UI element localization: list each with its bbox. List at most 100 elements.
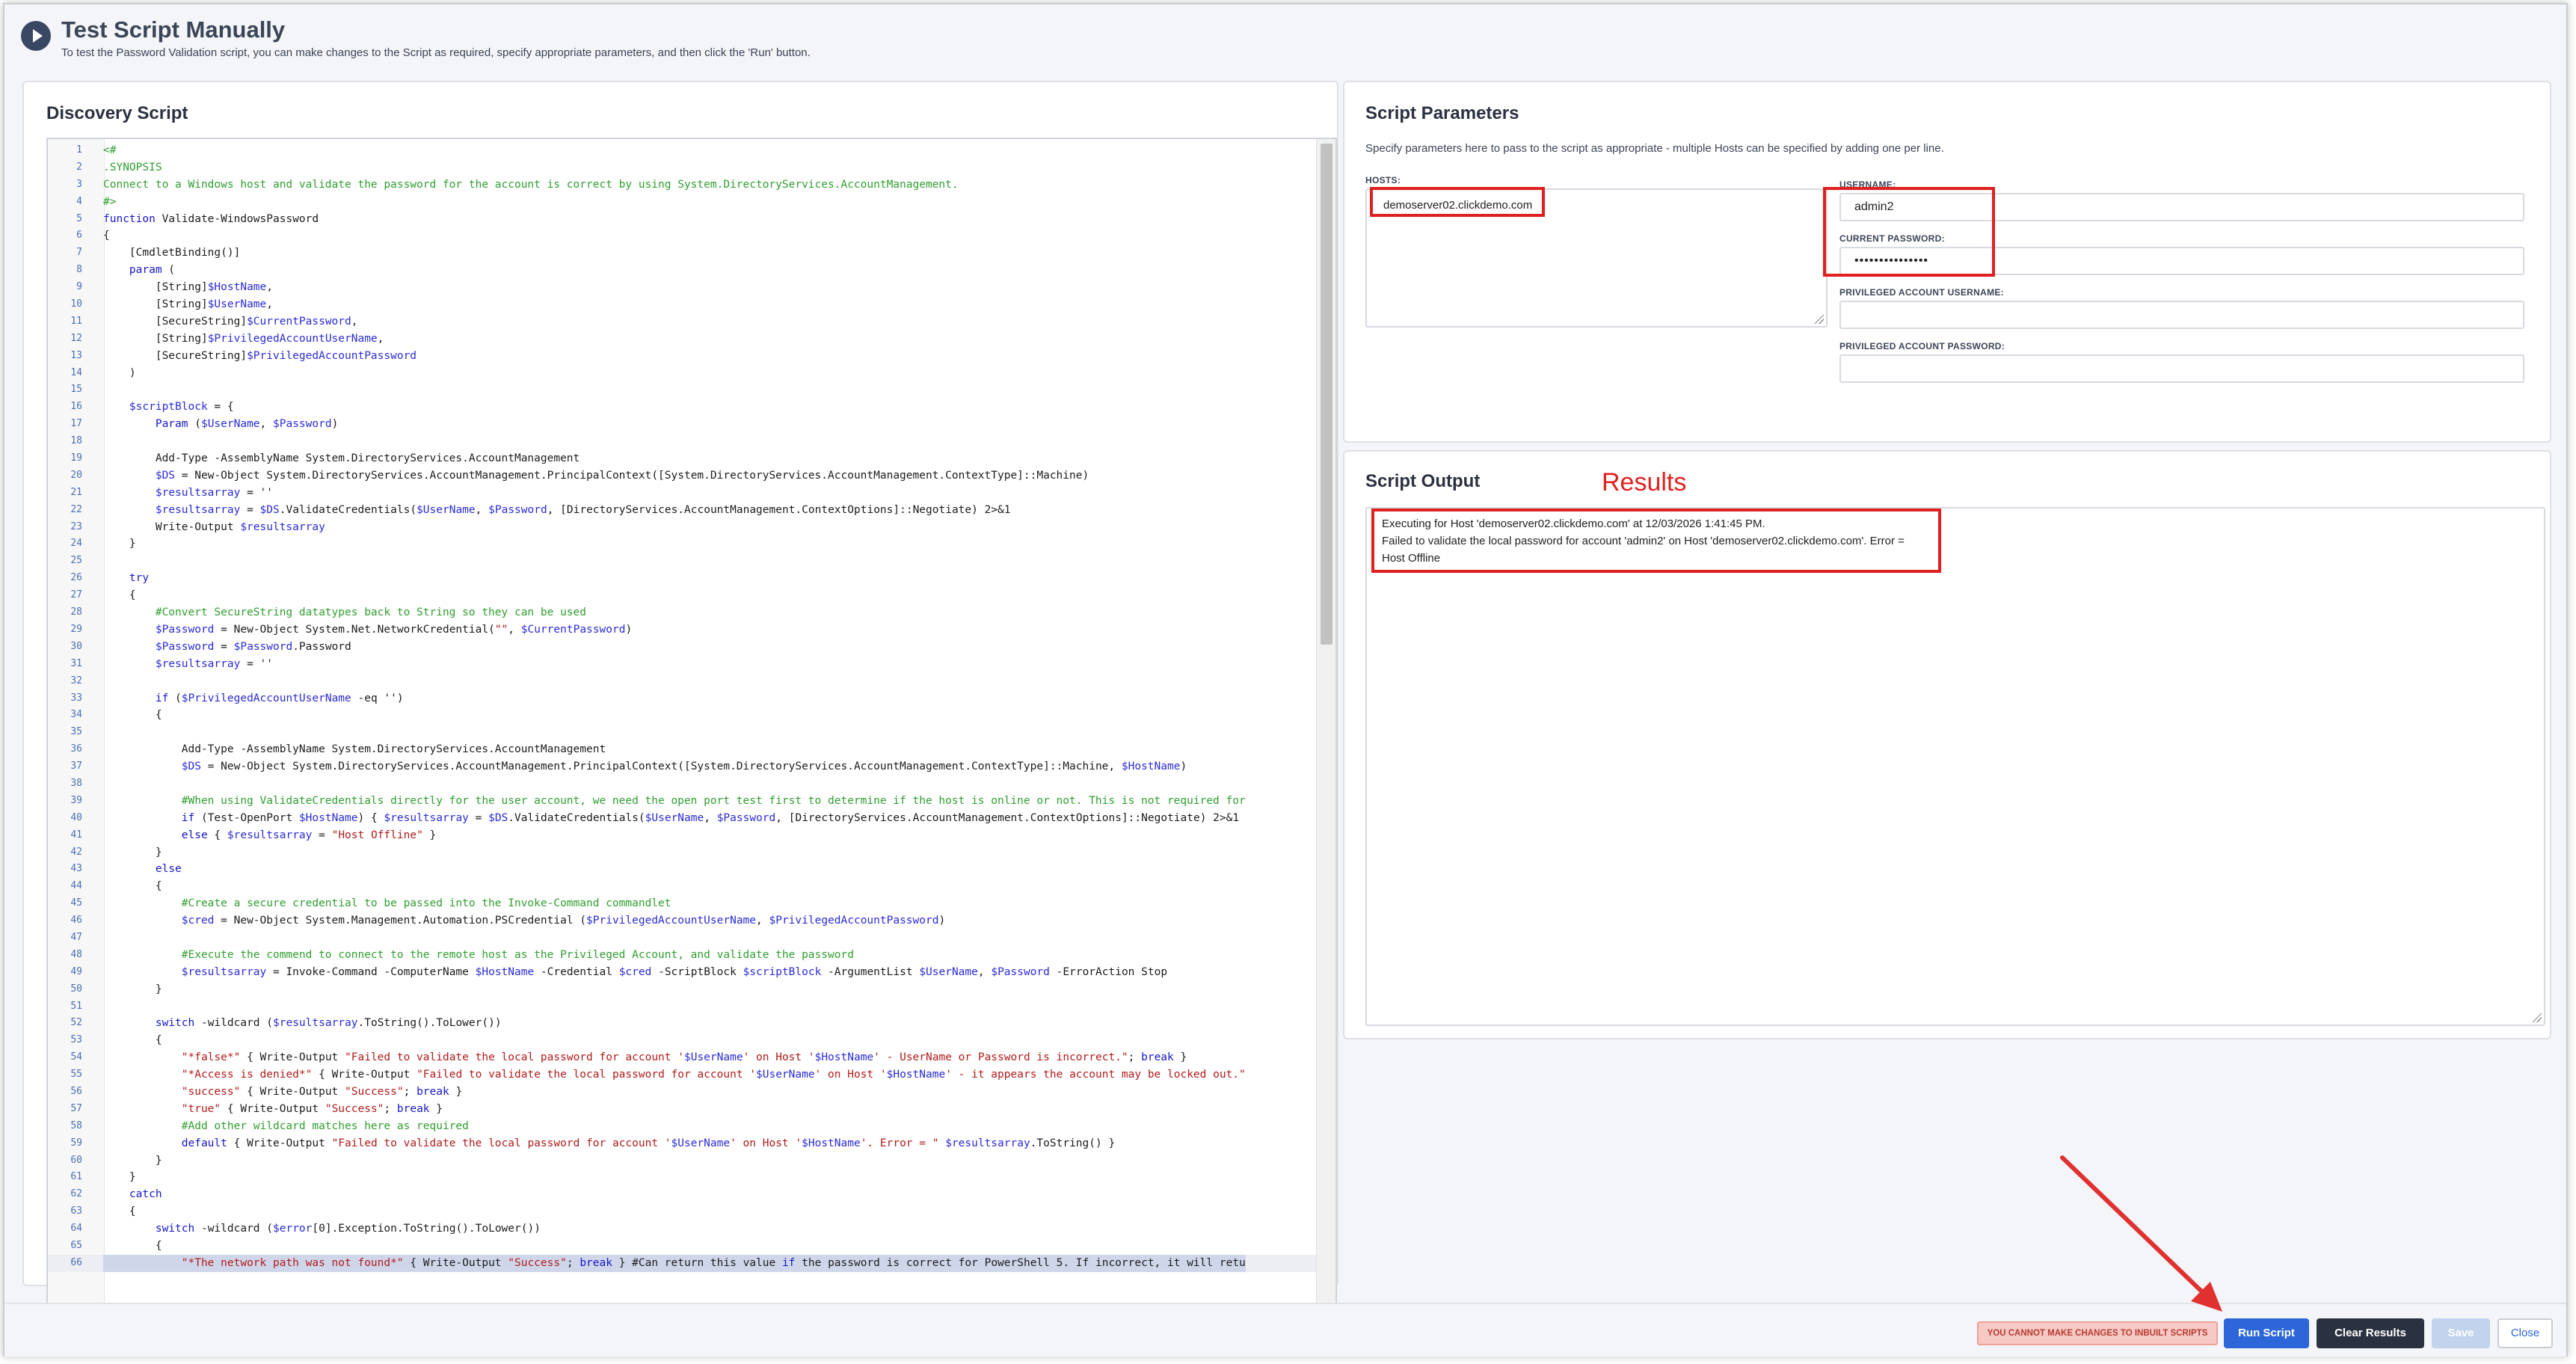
privileged-username-field[interactable] — [1839, 301, 2524, 329]
code-line[interactable]: 65 { — [48, 1238, 1316, 1255]
resize-handle-icon[interactable] — [1815, 315, 1824, 324]
code-line[interactable]: 24 } — [48, 535, 1316, 553]
code-line[interactable]: 44 { — [48, 878, 1316, 895]
code-line[interactable]: 38 — [48, 775, 1316, 793]
code-editor[interactable]: 1 <# 2 .SYNOPSIS 3 Connect to a Windows host … — [46, 138, 1337, 1322]
line-number: 56 — [70, 1085, 82, 1097]
code-line[interactable]: 7 [CmdletBinding()] — [48, 245, 1316, 262]
code-line[interactable]: 36 Add-Type -AssemblyName System.Directo… — [48, 741, 1316, 758]
code-line[interactable]: 9 [String]$HostName, — [48, 279, 1316, 296]
code-line[interactable]: 21 $resultsarray = '' — [48, 485, 1316, 502]
code-line-text: #Add other wildcard matches here as requ… — [103, 1119, 469, 1132]
code-line[interactable]: 42 } — [48, 844, 1316, 861]
code-line[interactable]: 17 Param ($UserName, $Password) — [48, 416, 1316, 433]
code-line[interactable]: 46 $cred = New-Object System.Management.… — [48, 912, 1316, 930]
code-line[interactable]: 48 #Execute the commend to connect to th… — [48, 947, 1316, 964]
line-number: 30 — [70, 640, 82, 652]
code-line[interactable]: 6{ — [48, 227, 1316, 245]
code-line[interactable]: 59 default { Write-Output "Failed to val… — [48, 1135, 1316, 1152]
code-line[interactable]: 27 { — [48, 587, 1316, 604]
code-line[interactable]: 25 — [48, 553, 1316, 570]
code-line-text: { — [103, 880, 162, 893]
code-line-text: [SecureString]$CurrentPassword, — [103, 315, 358, 328]
code-line[interactable]: 40 if (Test-OpenPort $HostName) { $resul… — [48, 810, 1316, 827]
code-line[interactable]: 58 #Add other wildcard matches here as r… — [48, 1118, 1316, 1135]
code-line[interactable]: 52 switch -wildcard ($resultsarray.ToStr… — [48, 1015, 1316, 1032]
code-line[interactable]: 41 else { $resultsarray = "Host Offline"… — [48, 827, 1316, 844]
code-line[interactable]: 4 #> — [48, 194, 1316, 211]
code-line[interactable]: 30 $Password = $Password.Password — [48, 639, 1316, 656]
code-line[interactable]: 62 catch — [48, 1186, 1316, 1203]
code-line[interactable]: 60 } — [48, 1152, 1316, 1170]
code-line-text: Connect to a Windows host and validate t… — [103, 178, 959, 191]
code-line[interactable]: 34 { — [48, 707, 1316, 724]
code-line[interactable]: 54 "*false*" { Write-Output "Failed to v… — [48, 1049, 1316, 1066]
line-number: 58 — [70, 1119, 82, 1131]
code-line-text: $resultsarray = '' — [155, 486, 273, 499]
code-line[interactable]: 22 $resultsarray = $DS.ValidateCredentia… — [48, 502, 1316, 519]
close-button[interactable]: Close — [2497, 1318, 2553, 1348]
code-line[interactable]: 28 #Convert SecureString datatypes back … — [48, 604, 1316, 621]
line-number: 53 — [70, 1034, 82, 1046]
code-line[interactable]: 10 [String]$UserName, — [48, 296, 1316, 313]
code-line[interactable]: 23 Write-Output $resultsarray — [48, 519, 1316, 536]
code-line[interactable]: 33 if ($PrivilegedAccountUserName -eq ''… — [48, 690, 1316, 707]
code-line[interactable]: 43 else — [48, 861, 1316, 878]
code-line[interactable]: 13 [SecureString]$PrivilegedAccountPassw… — [48, 348, 1316, 365]
code-line[interactable]: 14 ) — [48, 365, 1316, 382]
code-line[interactable]: 56 "success" { Write-Output "Success"; b… — [48, 1084, 1316, 1101]
resize-handle-icon[interactable] — [2533, 1013, 2542, 1022]
code-line[interactable]: 37 $DS = New-Object System.DirectoryServ… — [48, 758, 1316, 775]
code-lines[interactable]: 1 <# 2 .SYNOPSIS 3 Connect to a Windows host … — [48, 142, 1316, 1272]
code-line[interactable]: 8 param ( — [48, 262, 1316, 279]
line-number: 3 — [76, 178, 82, 190]
code-line[interactable]: 63 { — [48, 1203, 1316, 1220]
code-line[interactable]: 51 — [48, 998, 1316, 1016]
line-number: 45 — [70, 897, 82, 909]
code-line[interactable]: 26 try — [48, 570, 1316, 587]
line-number: 40 — [70, 811, 82, 823]
output-highlight-box — [1371, 509, 1941, 573]
code-line[interactable]: 61 } — [48, 1169, 1316, 1186]
line-number: 5 — [76, 212, 82, 224]
code-line[interactable]: 66 "*The network path was not found*" { … — [48, 1254, 1316, 1272]
code-line[interactable]: 16 $scriptBlock = { — [48, 399, 1316, 416]
clear-results-button[interactable]: Clear Results — [2317, 1318, 2424, 1348]
code-line[interactable]: 39 #When using ValidateCredentials direc… — [48, 793, 1316, 810]
code-line[interactable]: 49 $resultsarray = Invoke-Command -Compu… — [48, 964, 1316, 981]
code-line[interactable]: 2 .SYNOPSIS — [48, 159, 1316, 176]
code-line[interactable]: 53 { — [48, 1032, 1316, 1049]
code-line[interactable]: 55 "*Access is denied*" { Write-Output "… — [48, 1066, 1316, 1084]
code-line[interactable]: 18 — [48, 433, 1316, 450]
code-line[interactable]: 20 $DS = New-Object System.DirectoryServ… — [48, 467, 1316, 485]
dialog-footer: YOU CANNOT MAKE CHANGES TO INBUILT SCRIP… — [4, 1303, 2566, 1357]
results-annotation: Results — [1602, 468, 1687, 497]
code-line[interactable]: 15 — [48, 381, 1316, 399]
editor-scrollbar[interactable] — [1316, 139, 1335, 1321]
editor-scrollbar-thumb[interactable] — [1321, 144, 1332, 645]
code-line[interactable]: 50 } — [48, 981, 1316, 998]
code-line[interactable]: 5 function Validate-WindowsPassword — [48, 211, 1316, 228]
code-line[interactable]: 47 — [48, 930, 1316, 947]
code-line[interactable]: 1 <# — [48, 142, 1316, 159]
code-line[interactable]: 57 "true" { Write-Output "Success"; brea… — [48, 1101, 1316, 1118]
code-line[interactable]: 64 switch -wildcard ($error[0].Exception… — [48, 1220, 1316, 1238]
code-line[interactable]: 32 — [48, 673, 1316, 690]
code-line[interactable]: 11 [SecureString]$CurrentPassword, — [48, 313, 1316, 331]
code-line[interactable]: 35 — [48, 724, 1316, 741]
run-script-button[interactable]: Run Script — [2224, 1318, 2309, 1348]
privileged-password-field[interactable] — [1839, 354, 2524, 383]
save-button[interactable]: Save — [2432, 1318, 2490, 1348]
code-line[interactable]: 12 [String]$PrivilegedAccountUserName, — [48, 331, 1316, 348]
script-output-box[interactable]: Executing for Host 'demoserver02.clickde… — [1365, 507, 2545, 1026]
code-line[interactable]: 31 $resultsarray = '' — [48, 656, 1316, 673]
code-line[interactable]: 45 #Create a secure credential to be pas… — [48, 895, 1316, 912]
code-line-text: if ($PrivilegedAccountUserName -eq '') — [155, 692, 404, 704]
credentials-highlight-box — [1823, 187, 1995, 277]
code-line[interactable]: 3 Connect to a Windows host and validate … — [48, 176, 1316, 194]
code-line[interactable]: 29 $Password = New-Object System.Net.Net… — [48, 621, 1316, 639]
dialog-title: Test Script Manually — [61, 16, 286, 43]
code-line[interactable]: 19 Add-Type -AssemblyName System.Directo… — [48, 450, 1316, 467]
line-number: 14 — [70, 366, 82, 378]
code-line-text: #When using ValidateCredentials directly… — [103, 794, 1246, 807]
